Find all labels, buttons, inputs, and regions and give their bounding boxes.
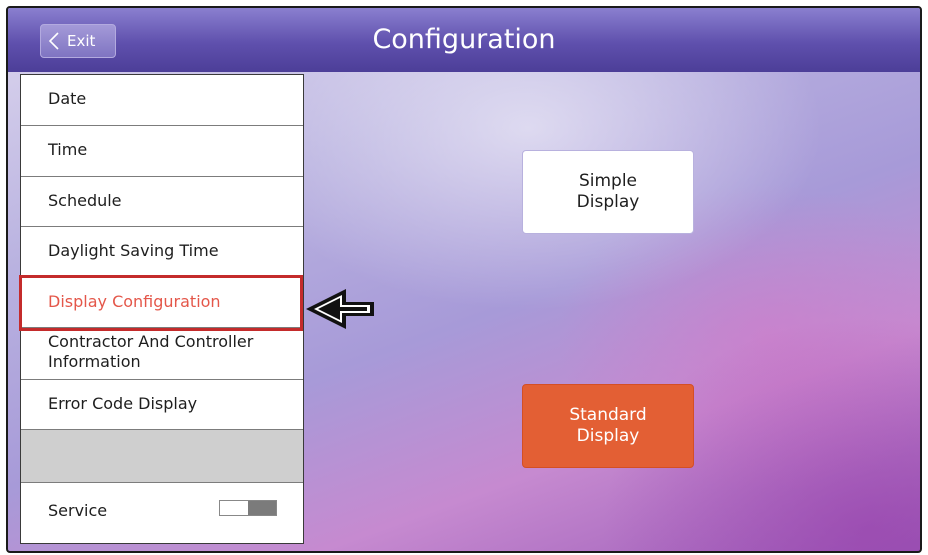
menu-item-daylight-saving-time[interactable]: Daylight Saving Time [21,227,303,278]
arrow-left-icon [304,286,376,336]
standard-display-line1: Standard [569,405,647,425]
standard-display-label: Standard Display [569,405,646,447]
simple-display-button[interactable]: Simple Display [522,150,694,234]
service-toggle[interactable] [219,500,277,516]
menu-item-label: Error Code Display [48,394,198,413]
simple-display-line1: Simple [578,171,638,191]
menu-item-label: Time [48,140,88,159]
toggle-knob [248,501,276,515]
menu-item-label: Contractor And Controller Information [48,332,253,372]
menu-item-schedule[interactable]: Schedule [21,177,303,227]
header-bar: Configuration Exit [8,8,920,72]
exit-label: Exit [67,32,96,50]
standard-display-button[interactable]: Standard Display [522,384,694,468]
menu-item-error-code-display[interactable]: Error Code Display [21,380,303,430]
menu-item-label: Service [48,501,108,520]
screen: Configuration Exit Date Time Schedule Da… [6,6,922,553]
empty-menu-slot [21,430,303,483]
menu-item-label-line1: Contractor And Controller [48,332,254,351]
page-title: Configuration [372,24,556,55]
menu-item-label: Daylight Saving Time [48,241,219,260]
menu-item-contractor-info[interactable]: Contractor And Controller Information [21,328,303,380]
exit-button[interactable]: Exit [40,24,116,58]
menu-item-label: Date [48,89,87,108]
menu-item-time[interactable]: Time [21,126,303,177]
menu-item-service[interactable]: Service [21,483,303,543]
simple-display-label: Simple Display [577,171,640,213]
selection-highlight [19,275,303,331]
simple-display-line2: Display [576,192,640,212]
chevron-left-icon [41,24,67,58]
menu-item-label-line2: Information [48,352,141,371]
menu-item-label: Schedule [48,191,122,210]
standard-display-line2: Display [576,426,640,446]
menu-item-date[interactable]: Date [21,75,303,126]
